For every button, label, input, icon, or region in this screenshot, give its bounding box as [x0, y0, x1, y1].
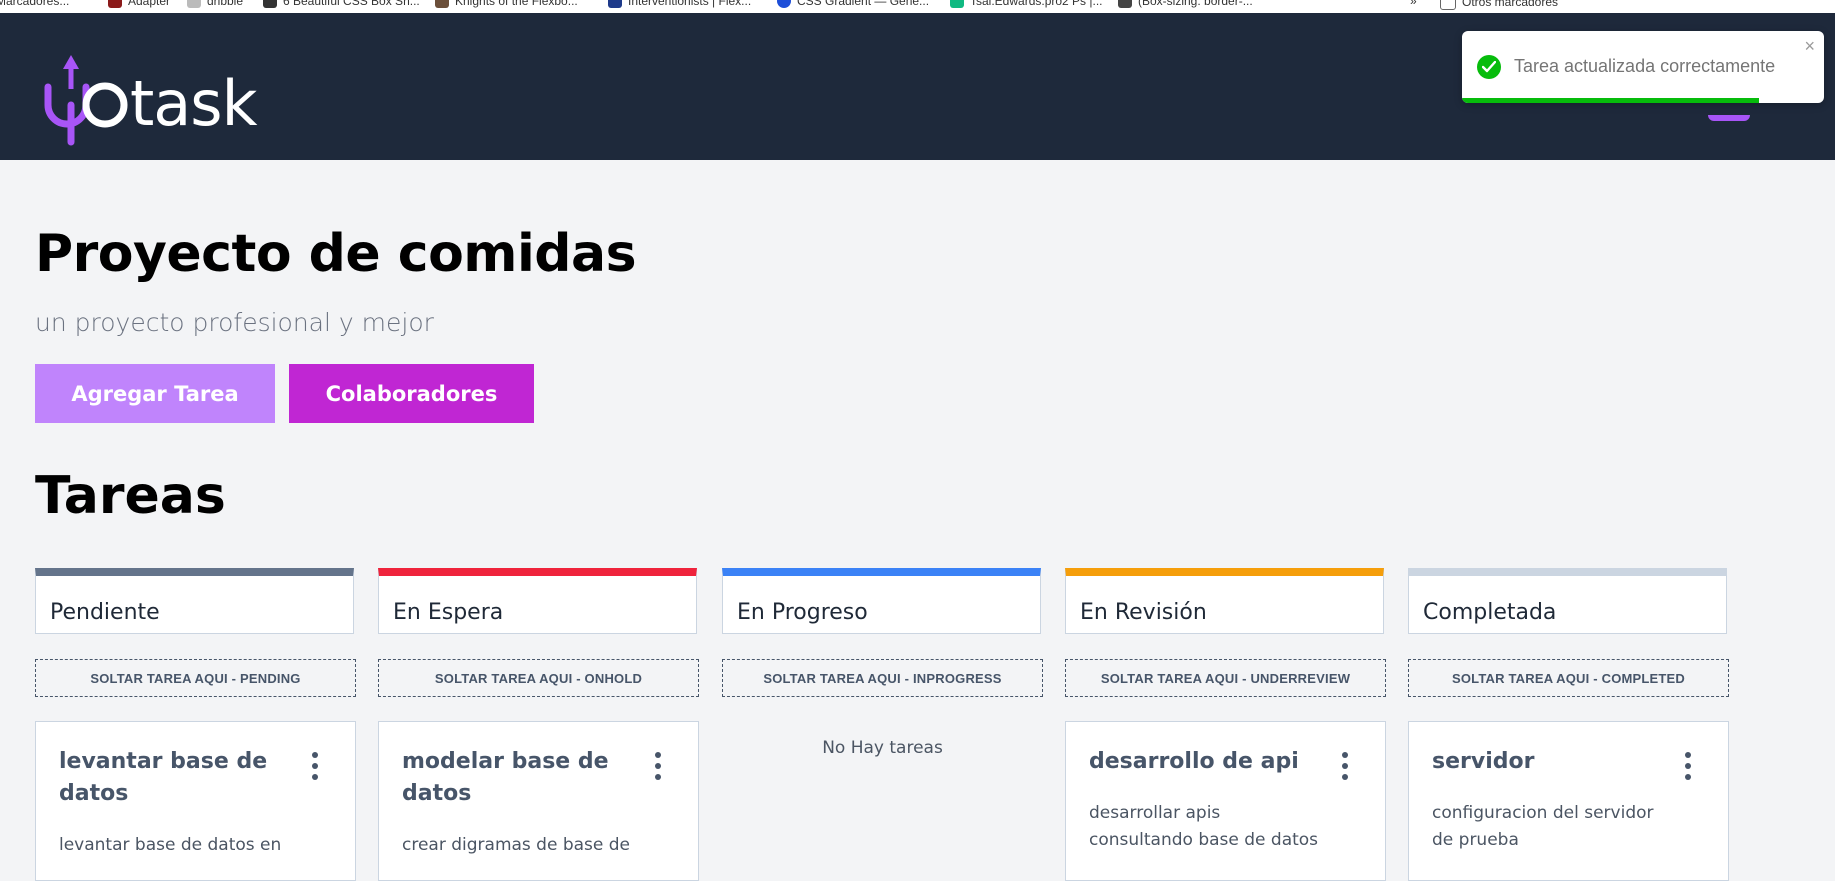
task-description: desarrollar apis consultando base de dat… [1089, 803, 1319, 850]
bookmark-label: Tsai.Edwards.pro2 Ps |... [970, 0, 1103, 8]
bookmark-favicon-icon [435, 0, 449, 8]
bookmark-item[interactable]: CSS Gradient — Gene... [777, 0, 929, 8]
bookmark-favicon-icon [263, 0, 277, 8]
bookmark-label: » [1410, 0, 1417, 8]
bookmark-item[interactable]: 6 Beautiful CSS Box Sh... [263, 0, 420, 8]
task-description: crear digramas de base de [402, 835, 631, 855]
bookmark-favicon-icon [608, 0, 622, 8]
bookmark-favicon-icon [187, 0, 201, 8]
bookmark-folder-other[interactable]: Otros marcadores [1440, 0, 1558, 10]
bookmark-favicon-icon [108, 0, 122, 8]
bookmark-label: Marcadores... [0, 0, 70, 8]
bookmark-item[interactable]: Marcadores... [0, 0, 69, 8]
bookmark-label: Adapter [128, 0, 171, 8]
toast-notification: Tarea actualizada correctamente × [1462, 31, 1824, 103]
project-description: un proyecto profesional y mejor [35, 308, 434, 337]
bookmark-item[interactable]: Interventionists | Flex... [608, 0, 751, 8]
collaborators-button[interactable]: Colaboradores [289, 364, 534, 423]
task-column-pending: Pendiente SOLTAR TAREA AQUI - PENDING le… [35, 568, 356, 881]
toast-progress-bar [1462, 98, 1759, 103]
more-vertical-icon[interactable] [654, 752, 662, 782]
bookmark-item[interactable]: Knights of the Flexbo... [435, 0, 578, 8]
bookmark-item[interactable]: Tsai.Edwards.pro2 Ps |... [950, 0, 1103, 8]
task-card[interactable]: levantar base de datos levantar base de … [35, 721, 356, 881]
drop-zone[interactable]: SOLTAR TAREA AQUI - UNDERREVIEW [1065, 659, 1386, 697]
bookmark-label: Otros marcadores [1462, 0, 1559, 9]
empty-state-label: No Hay tareas [822, 738, 943, 758]
drop-zone[interactable]: SOLTAR TAREA AQUI - ONHOLD [378, 659, 699, 697]
task-column-onhold: En Espera SOLTAR TAREA AQUI - ONHOLD mod… [378, 568, 699, 881]
task-column-underreview: En Revisión SOLTAR TAREA AQUI - UNDERREV… [1065, 568, 1386, 881]
bookmark-item[interactable]: dribble [187, 0, 243, 8]
close-icon[interactable]: × [1804, 36, 1815, 57]
column-header: En Revisión [1065, 568, 1384, 634]
bookmark-label: Interventionists | Flex... [628, 0, 752, 8]
bookmarks-overflow-button[interactable]: » [1410, 0, 1417, 8]
task-name: desarrollo de api [1089, 749, 1299, 774]
more-vertical-icon[interactable] [1341, 752, 1349, 782]
task-card[interactable]: modelar base de datos crear digramas de … [378, 721, 699, 881]
task-description: configuracion del servidor de prueba [1432, 803, 1654, 850]
task-card[interactable]: servidor configuracion del servidor de p… [1408, 721, 1729, 881]
column-header: Completada [1408, 568, 1727, 634]
column-title: Pendiente [50, 600, 160, 625]
more-vertical-icon[interactable] [1684, 752, 1692, 782]
svg-text:task: task [130, 67, 258, 140]
column-header: En Espera [378, 568, 697, 634]
task-column-completed: Completada SOLTAR TAREA AQUI - COMPLETED… [1408, 568, 1729, 881]
column-title: En Espera [393, 600, 504, 625]
task-name: servidor [1432, 749, 1535, 774]
more-vertical-icon[interactable] [311, 752, 319, 782]
tasks-section-title: Tareas [35, 466, 226, 526]
add-task-button[interactable]: Agregar Tarea [35, 364, 275, 423]
bookmark-label: Knights of the Flexbo... [455, 0, 578, 8]
bookmark-label: (Box-sizing: border-... [1138, 0, 1253, 8]
bookmark-label: 6 Beautiful CSS Box Sh... [283, 0, 420, 8]
project-title: Proyecto de comidas [35, 224, 637, 284]
bookmark-item[interactable]: Adapter [108, 0, 170, 8]
column-header: Pendiente [35, 568, 354, 634]
drop-zone[interactable]: SOLTAR TAREA AQUI - COMPLETED [1408, 659, 1729, 697]
toast-message: Tarea actualizada correctamente [1514, 56, 1776, 76]
folder-icon [1440, 0, 1456, 10]
bookmarks-bar: Marcadores... Adapter dribble 6 Beautifu… [0, 0, 1835, 13]
bookmark-label: dribble [207, 0, 244, 8]
column-title: En Progreso [737, 600, 868, 625]
task-name: levantar base de datos [59, 749, 268, 806]
bookmark-label: CSS Gradient — Gene... [797, 0, 930, 8]
task-card[interactable]: desarrollo de api desarrollar apis consu… [1065, 721, 1386, 881]
task-name: modelar base de datos [402, 749, 609, 806]
task-description: levantar base de datos en [59, 835, 282, 855]
uptask-logo-icon: task [44, 55, 259, 146]
bookmark-favicon-icon [1118, 0, 1132, 8]
column-header: En Progreso [722, 568, 1041, 634]
task-column-inprogress: En Progreso SOLTAR TAREA AQUI - INPROGRE… [722, 568, 1043, 858]
check-circle-icon [1477, 55, 1501, 79]
drop-zone[interactable]: SOLTAR TAREA AQUI - PENDING [35, 659, 356, 697]
bookmark-favicon-icon [950, 0, 964, 8]
header-profile-button[interactable] [1708, 115, 1750, 121]
column-title: En Revisión [1080, 600, 1207, 625]
drop-zone[interactable]: SOLTAR TAREA AQUI - INPROGRESS [722, 659, 1043, 697]
column-title: Completada [1423, 600, 1557, 625]
bookmark-favicon-icon [777, 0, 791, 8]
uptask-logo[interactable]: task [44, 47, 284, 147]
bookmark-item[interactable]: (Box-sizing: border-... [1118, 0, 1253, 8]
